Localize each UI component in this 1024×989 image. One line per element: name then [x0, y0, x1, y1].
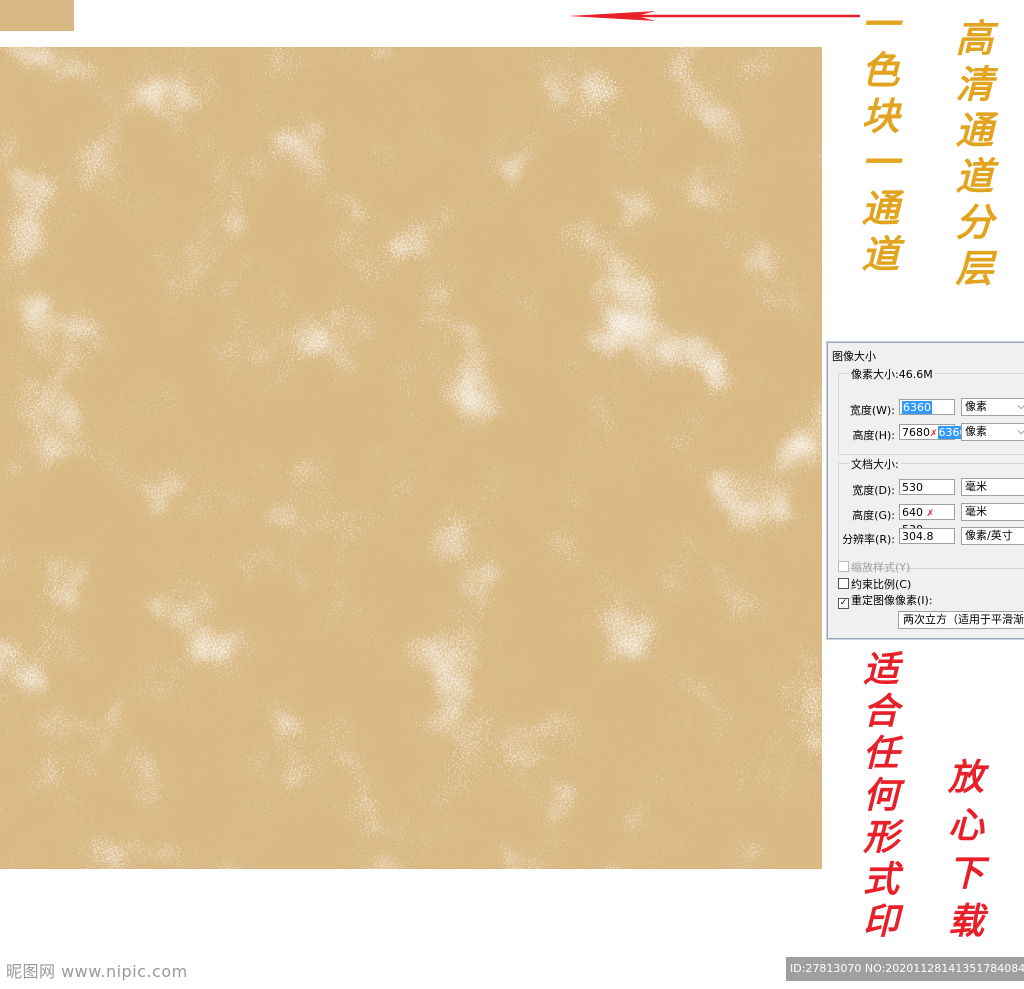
pixel-height-label: 高度(H):	[852, 429, 895, 442]
resolution-value: 304.8	[902, 530, 934, 543]
doc-height-field[interactable]: 640 ✗ 530	[899, 504, 955, 536]
resample-method-select[interactable]: 两次立方（适用于平滑渐变	[898, 611, 1024, 629]
resample-image-label: 重定图像像素(I):	[851, 594, 933, 607]
checkbox-empty-icon	[838, 578, 849, 589]
scale-styles-checkbox[interactable]: 缩放样式(Y)	[838, 559, 910, 575]
doc-width-value: 530	[902, 481, 923, 494]
resolution-unit-select[interactable]: 像素/英寸	[961, 527, 1024, 545]
red-arrow-left-icon	[568, 11, 860, 21]
pixel-width-unit-select[interactable]: 像素 ⌵	[961, 398, 1024, 416]
doc-height-unit-select[interactable]: 毫米	[961, 503, 1024, 521]
chevron-down-icon: ⌵	[1017, 424, 1024, 440]
doc-height-old: 640	[902, 506, 923, 519]
chevron-down-icon: ⌵	[1017, 399, 1024, 415]
dialog-title: 图像大小	[832, 350, 876, 363]
doc-width-label: 宽度(D):	[852, 484, 895, 497]
pixel-height-old: 7680	[902, 426, 930, 439]
checkbox-empty-icon	[838, 561, 849, 572]
resample-method-value: 两次立方（适用于平滑渐变	[903, 613, 1024, 626]
checkmark-icon: ✓	[838, 598, 849, 609]
scale-styles-label: 缩放样式(Y)	[851, 561, 911, 574]
red-x-mark-icon: ✗	[930, 429, 938, 439]
pixel-dimensions-group: 像素大小:46.6M 宽度(W): 6360 像素 ⌵ 高度(H): 7680✗…	[838, 366, 1024, 455]
document-size-group: 文档大小: 宽度(D): 530 毫米 高度(G): 640 ✗ 530 毫米 …	[838, 456, 1024, 569]
document-size-legend: 文档大小:	[849, 456, 901, 472]
pixel-height-unit-select[interactable]: 像素 ⌵	[961, 423, 1024, 441]
caption-hd-channel-layers: 高清通道分层	[949, 18, 994, 294]
gold-grunge-texture	[0, 47, 822, 869]
pixel-width-unit: 像素	[965, 400, 987, 413]
doc-width-unit: 毫米	[965, 480, 987, 493]
doc-height-unit: 毫米	[965, 505, 987, 518]
pixel-height-unit: 像素	[965, 425, 987, 438]
constrain-proportions-label: 约束比例(C)	[851, 578, 912, 591]
doc-width-field[interactable]: 530	[899, 479, 955, 495]
doc-height-label: 高度(G):	[852, 509, 895, 522]
resample-image-checkbox[interactable]: ✓ 重定图像像素(I):	[838, 592, 933, 609]
pixel-dimensions-legend: 像素大小:46.6M	[849, 366, 935, 382]
resolution-field[interactable]: 304.8	[899, 528, 955, 544]
pixel-height-field[interactable]: 7680✗6360	[899, 424, 968, 440]
red-x-mark-icon: ✗	[926, 509, 935, 519]
constrain-proportions-checkbox[interactable]: 约束比例(C)	[838, 576, 911, 592]
site-watermark: 昵图网 www.nipic.com	[6, 962, 188, 981]
color-swatch	[0, 0, 74, 31]
caption-suitable-for-print: 适合任何形式印	[857, 650, 899, 944]
pixel-width-label: 宽度(W):	[849, 404, 895, 417]
id-watermark: ID:27813070 NO:20201128141351784084	[786, 957, 1024, 981]
pixel-width-field[interactable]: 6360	[899, 399, 955, 415]
caption-one-color-one-channel: 一色块一通道	[855, 4, 900, 280]
doc-width-unit-select[interactable]: 毫米	[961, 478, 1024, 496]
pixel-width-value: 6360	[902, 401, 932, 414]
caption-safe-download: 放心下载	[942, 758, 984, 950]
resolution-unit: 像素/英寸	[965, 529, 1013, 542]
resolution-label: 分辨率(R):	[842, 533, 895, 546]
image-size-dialog: 图像大小 像素大小:46.6M 宽度(W): 6360 像素 ⌵ 高度(H): …	[827, 342, 1024, 639]
